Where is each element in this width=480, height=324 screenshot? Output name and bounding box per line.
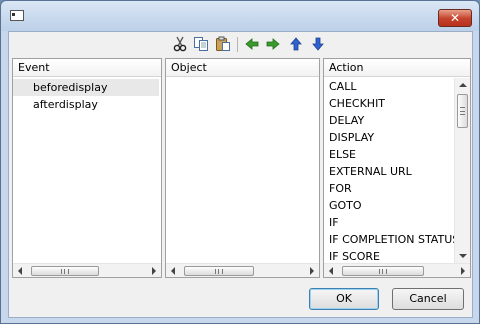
dialog-body: Event beforedisplay afterdisplay Object (8, 31, 473, 318)
arrow-right-icon[interactable] (265, 36, 281, 52)
scroll-right-icon[interactable] (152, 267, 156, 275)
scroll-grip-icon (215, 269, 223, 274)
cancel-button[interactable]: Cancel (392, 288, 464, 310)
action-item-external-url[interactable]: EXTERNAL URL (324, 163, 454, 180)
event-header[interactable]: Event (13, 59, 161, 77)
close-button[interactable]: ✕ (438, 9, 472, 27)
event-item-afterdisplay[interactable]: afterdisplay (13, 96, 161, 113)
close-icon: ✕ (449, 11, 461, 25)
action-item-if-completion-status[interactable]: IF COMPLETION STATUS (324, 231, 454, 248)
title-bar[interactable]: ✕ (1, 1, 479, 31)
toolbar-separator (237, 37, 238, 52)
action-item-if-score[interactable]: IF SCORE (324, 248, 454, 263)
window-icon (10, 10, 24, 21)
cut-icon[interactable] (172, 36, 188, 52)
action-item-delay[interactable]: DELAY (324, 112, 454, 129)
action-item-goto[interactable]: GOTO (324, 197, 454, 214)
object-panel: Object (165, 58, 320, 278)
scroll-thumb[interactable] (342, 266, 424, 276)
event-hscrollbar[interactable] (13, 263, 161, 277)
scroll-grip-icon (379, 269, 387, 274)
action-header[interactable]: Action (324, 59, 470, 77)
action-item-checkhit[interactable]: CHECKHIT (324, 95, 454, 112)
arrow-up-icon[interactable] (288, 36, 304, 52)
paste-icon[interactable] (215, 36, 231, 52)
action-hscrollbar[interactable] (324, 263, 470, 277)
scroll-left-icon[interactable] (329, 267, 333, 275)
scroll-grip-icon (61, 269, 69, 274)
action-item-call[interactable]: CALL (324, 78, 454, 95)
scroll-right-icon[interactable] (310, 267, 314, 275)
arrow-left-icon[interactable] (244, 36, 260, 52)
scroll-grip-icon (460, 107, 465, 115)
scroll-thumb[interactable] (31, 266, 99, 276)
copy-icon[interactable] (193, 36, 209, 52)
object-header[interactable]: Object (166, 59, 319, 77)
action-item-else[interactable]: ELSE (324, 146, 454, 163)
arrow-down-icon[interactable] (310, 36, 326, 52)
event-list: beforedisplay afterdisplay (13, 79, 161, 113)
scroll-down-icon[interactable] (459, 254, 467, 258)
ok-button[interactable]: OK (309, 288, 379, 310)
scroll-left-icon[interactable] (18, 267, 22, 275)
action-item-for[interactable]: FOR (324, 180, 454, 197)
scroll-thumb[interactable] (457, 94, 468, 128)
dialog-window: ✕ Event beforedisplay afterdisplay Objec… (0, 0, 480, 324)
action-vscrollbar[interactable] (454, 78, 470, 263)
scroll-thumb[interactable] (184, 266, 254, 276)
scroll-up-icon[interactable] (459, 83, 467, 87)
action-item-if[interactable]: IF (324, 214, 454, 231)
event-panel: Event beforedisplay afterdisplay (12, 58, 162, 278)
action-list: CALL CHECKHIT DELAY DISPLAY ELSE EXTERNA… (324, 78, 454, 263)
action-panel: Action CALL CHECKHIT DELAY DISPLAY ELSE … (323, 58, 471, 278)
scroll-right-icon[interactable] (461, 267, 465, 275)
action-item-display[interactable]: DISPLAY (324, 129, 454, 146)
scroll-left-icon[interactable] (171, 267, 175, 275)
object-hscrollbar[interactable] (166, 263, 319, 277)
event-item-beforedisplay[interactable]: beforedisplay (13, 79, 159, 96)
toolbar (164, 36, 334, 54)
